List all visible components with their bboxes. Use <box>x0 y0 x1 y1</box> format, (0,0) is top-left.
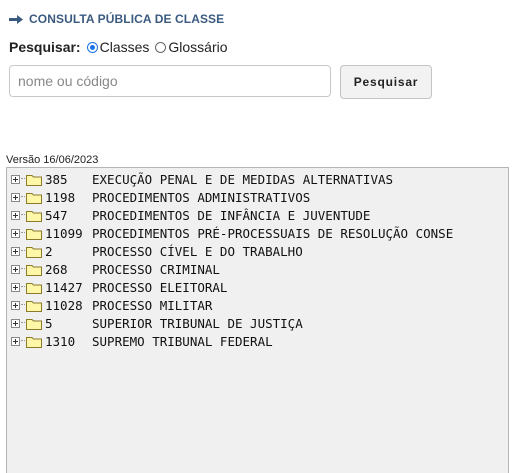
tree-item[interactable]: 11028 PROCESSO MILITAR <box>11 296 508 314</box>
tree-connector <box>21 304 25 306</box>
arrow-right-icon <box>9 14 23 24</box>
folder-icon <box>26 282 42 294</box>
expand-icon[interactable] <box>11 300 20 310</box>
page-title: CONSULTA PÚBLICA DE CLASSE <box>29 12 225 26</box>
folder-icon <box>26 264 42 276</box>
tree-item[interactable]: 11427 PROCESSO ELEITORAL <box>11 278 508 296</box>
folder-icon <box>26 174 42 186</box>
expand-icon[interactable] <box>11 246 20 256</box>
expand-icon[interactable] <box>11 282 20 292</box>
folder-icon <box>26 300 42 312</box>
radio-classes-label: Classes <box>99 39 150 55</box>
class-name[interactable]: SUPERIOR TRIBUNAL DE JUSTIÇA <box>92 316 303 331</box>
tree-item[interactable]: 1310 SUPREMO TRIBUNAL FEDERAL <box>11 332 508 350</box>
search-input-placeholder: nome ou código <box>18 73 118 89</box>
class-name[interactable]: EXECUÇÃO PENAL E DE MEDIDAS ALTERNATIVAS <box>92 172 393 187</box>
tree-connector <box>21 286 25 288</box>
tree-item[interactable]: 2 PROCESSO CÍVEL E DO TRABALHO <box>11 242 508 260</box>
folder-icon <box>26 192 42 204</box>
search-label: Pesquisar: <box>9 39 81 55</box>
tree-connector <box>21 232 25 234</box>
page-header: CONSULTA PÚBLICA DE CLASSE <box>8 12 224 26</box>
tree-item[interactable]: 11099 PROCEDIMENTOS PRÉ-PROCESSUAIS DE RE… <box>11 224 508 242</box>
class-code: 1310 <box>45 333 76 349</box>
version-label: Versão 16/06/2023 <box>6 154 99 166</box>
folder-icon <box>26 318 42 330</box>
tree-connector <box>21 340 25 342</box>
tree-item[interactable]: 5 SUPERIOR TRIBUNAL DE JUSTIÇA <box>11 314 508 332</box>
radio-glossario-label: Glossário <box>168 39 228 55</box>
search-type-selector: Pesquisar: Classes Glossário <box>9 39 234 55</box>
class-name[interactable]: PROCEDIMENTOS PRÉ-PROCESSUAIS DE RESOLUÇ… <box>92 226 453 241</box>
class-code: 2 <box>45 243 53 259</box>
expand-icon[interactable] <box>11 210 20 220</box>
class-name[interactable]: PROCESSO MILITAR <box>92 298 212 313</box>
tree-connector <box>21 178 25 180</box>
class-code: 385 <box>45 171 68 187</box>
class-name[interactable]: PROCEDIMENTOS ADMINISTRATIVOS <box>92 190 310 205</box>
radio-option-classes[interactable]: Classes <box>86 39 150 55</box>
folder-icon <box>26 228 42 240</box>
tree-connector <box>21 196 25 198</box>
class-code: 11099 <box>45 225 83 241</box>
expand-icon[interactable] <box>11 174 20 184</box>
expand-icon[interactable] <box>11 264 20 274</box>
class-tree: 385 EXECUÇÃO PENAL E DE MEDIDAS ALTERNATI… <box>7 168 508 350</box>
folder-icon <box>26 246 42 258</box>
radio-classes[interactable] <box>86 41 98 53</box>
radio-option-glossario[interactable]: Glossário <box>155 39 228 55</box>
class-name[interactable]: PROCESSO ELEITORAL <box>92 280 227 295</box>
search-button[interactable]: Pesquisar <box>340 65 432 99</box>
class-code: 11028 <box>45 297 83 313</box>
tree-item[interactable]: 385 EXECUÇÃO PENAL E DE MEDIDAS ALTERNATI… <box>11 170 508 188</box>
class-code: 268 <box>45 261 68 277</box>
tree-connector <box>21 214 25 216</box>
class-tree-panel[interactable]: 385 EXECUÇÃO PENAL E DE MEDIDAS ALTERNATI… <box>6 167 509 473</box>
class-code: 1198 <box>45 189 76 205</box>
class-name[interactable]: SUPREMO TRIBUNAL FEDERAL <box>92 334 273 349</box>
search-input[interactable]: nome ou código <box>9 65 331 97</box>
folder-icon <box>26 336 42 348</box>
tree-item[interactable]: 547 PROCEDIMENTOS DE INFÂNCIA E JUVENTUDE <box>11 206 508 224</box>
radio-glossario[interactable] <box>155 41 167 53</box>
tree-item[interactable]: 268 PROCESSO CRIMINAL <box>11 260 508 278</box>
class-code: 547 <box>45 207 68 223</box>
expand-icon[interactable] <box>11 336 20 346</box>
folder-icon <box>26 210 42 222</box>
expand-icon[interactable] <box>11 192 20 202</box>
expand-icon[interactable] <box>11 228 20 238</box>
tree-connector <box>21 250 25 252</box>
class-name[interactable]: PROCESSO CRIMINAL <box>92 262 220 277</box>
class-name[interactable]: PROCEDIMENTOS DE INFÂNCIA E JUVENTUDE <box>92 208 370 223</box>
class-code: 5 <box>45 315 53 331</box>
expand-icon[interactable] <box>11 318 20 328</box>
class-name[interactable]: PROCESSO CÍVEL E DO TRABALHO <box>92 244 303 259</box>
tree-connector <box>21 322 25 324</box>
tree-connector <box>21 268 25 270</box>
class-code: 11427 <box>45 279 83 295</box>
tree-item[interactable]: 1198 PROCEDIMENTOS ADMINISTRATIVOS <box>11 188 508 206</box>
